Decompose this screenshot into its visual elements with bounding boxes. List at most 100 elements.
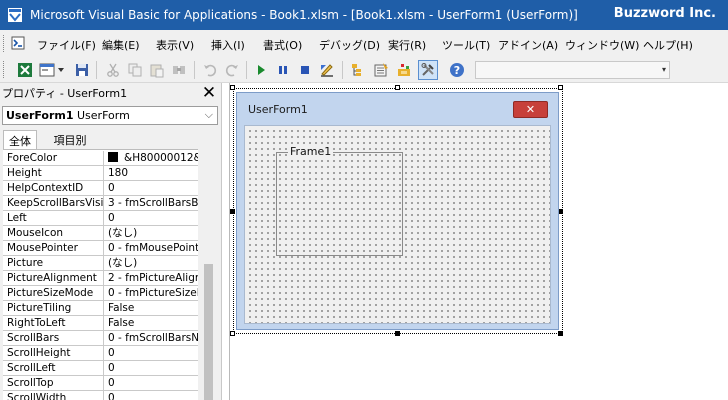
property-value[interactable]: (なし): [105, 256, 198, 270]
object-browser-icon[interactable]: [394, 60, 414, 80]
project-explorer-icon[interactable]: [348, 60, 368, 80]
toolbar-location-field[interactable]: ▾: [475, 61, 670, 79]
resize-handle[interactable]: [558, 331, 563, 336]
properties-panel: プロパティ - UserForm1 ✕ UserForm1 UserForm ⌵…: [0, 83, 222, 400]
property-value[interactable]: 0: [105, 376, 198, 390]
property-value[interactable]: 0: [105, 211, 198, 225]
resize-handle[interactable]: [395, 331, 400, 336]
property-name: PictureSizeMode: [3, 286, 104, 300]
property-name: ScrollLeft: [3, 361, 104, 375]
menu-window[interactable]: ウィンドウ(W): [565, 37, 639, 53]
property-row[interactable]: ForeColor &H80000012&: [3, 151, 198, 166]
object-select[interactable]: UserForm1 UserForm ⌵: [2, 106, 218, 125]
close-icon[interactable]: ✕: [513, 101, 548, 118]
property-value[interactable]: 2 - fmPictureAlignmentCenter: [105, 271, 198, 285]
toolbar-options-chevron-icon[interactable]: ▾: [659, 62, 669, 78]
frame-caption: Frame1: [288, 145, 334, 158]
menu-file[interactable]: ファイル(F): [37, 37, 96, 53]
toolbar-grip[interactable]: [3, 61, 6, 78]
property-value[interactable]: 0: [105, 361, 198, 375]
property-value[interactable]: 0 - fmScrollBarsNone: [105, 331, 198, 345]
tab-categorized[interactable]: 項目別: [45, 130, 95, 149]
svg-text:?: ?: [454, 64, 460, 77]
design-mode-icon[interactable]: [317, 60, 337, 80]
property-value[interactable]: 0: [105, 391, 198, 400]
property-value[interactable]: False: [105, 316, 198, 330]
property-row[interactable]: Height 180: [3, 166, 198, 181]
break-icon[interactable]: [273, 60, 293, 80]
userform-caption: UserForm1: [248, 103, 308, 116]
scrollbar-thumb[interactable]: [204, 264, 213, 400]
save-icon[interactable]: [72, 60, 92, 80]
menubar-grip[interactable]: [3, 35, 6, 52]
property-row[interactable]: ScrollLeft 0: [3, 361, 198, 376]
property-value[interactable]: (なし): [105, 226, 198, 240]
property-value[interactable]: 180: [105, 166, 198, 180]
property-row[interactable]: MouseIcon (なし): [3, 226, 198, 241]
property-value[interactable]: 0: [105, 181, 198, 195]
help-icon[interactable]: ?: [447, 60, 467, 80]
property-row[interactable]: Left 0: [3, 211, 198, 226]
undo-icon[interactable]: [200, 60, 220, 80]
property-row[interactable]: HelpContextID 0: [3, 181, 198, 196]
toolbar-separator: [96, 61, 97, 79]
menu-help[interactable]: ヘルプ(H): [643, 37, 693, 53]
resize-handle: [558, 85, 563, 90]
property-value[interactable]: 0: [105, 346, 198, 360]
property-name: MouseIcon: [3, 226, 104, 240]
brand-label: Buzzword Inc.: [613, 6, 716, 21]
run-icon[interactable]: [251, 60, 271, 80]
redo-icon[interactable]: [222, 60, 242, 80]
frame-control[interactable]: Frame1: [276, 146, 403, 256]
reset-icon[interactable]: [295, 60, 315, 80]
menu-view[interactable]: 表示(V): [156, 37, 194, 53]
toolbar-separator: [342, 61, 343, 79]
find-icon[interactable]: [169, 60, 189, 80]
property-name: Left: [3, 211, 104, 225]
property-row[interactable]: ScrollWidth 0: [3, 391, 198, 400]
insert-userform-icon[interactable]: [37, 60, 67, 80]
property-name: ScrollWidth: [3, 391, 104, 400]
property-name: Picture: [3, 256, 104, 270]
properties-scrollbar[interactable]: [200, 149, 218, 400]
copy-icon[interactable]: [125, 60, 145, 80]
paste-icon[interactable]: [147, 60, 167, 80]
property-row[interactable]: PictureSizeMode 0 - fmPictureSizeModeCli…: [3, 286, 198, 301]
property-row[interactable]: MousePointer 0 - fmMousePointerDefault: [3, 241, 198, 256]
property-row[interactable]: Picture (なし): [3, 256, 198, 271]
property-name: RightToLeft: [3, 316, 104, 330]
excel-icon[interactable]: [15, 60, 35, 80]
chevron-down-icon[interactable]: ⌵: [205, 108, 213, 122]
property-value[interactable]: False: [105, 301, 198, 315]
property-name: MousePointer: [3, 241, 104, 255]
property-value[interactable]: &H80000012&: [105, 151, 198, 165]
property-row[interactable]: RightToLeft False: [3, 316, 198, 331]
property-row[interactable]: ScrollHeight 0: [3, 346, 198, 361]
properties-window-icon[interactable]: [371, 60, 391, 80]
cut-icon[interactable]: [103, 60, 123, 80]
vba-module-icon[interactable]: [11, 36, 27, 51]
property-row[interactable]: ScrollBars 0 - fmScrollBarsNone: [3, 331, 198, 346]
menu-format[interactable]: 書式(O): [263, 37, 302, 53]
menu-edit[interactable]: 編集(E): [102, 37, 140, 53]
property-row[interactable]: KeepScrollBarsVisible 3 - fmScrollBarsBo…: [3, 196, 198, 211]
property-name: ScrollHeight: [3, 346, 104, 360]
toolbox-icon[interactable]: [418, 60, 438, 80]
menu-tools[interactable]: ツール(T): [442, 37, 490, 53]
close-icon[interactable]: ✕: [200, 83, 218, 103]
tab-alphabetic[interactable]: 全体: [3, 130, 37, 149]
menu-addins[interactable]: アドイン(A): [498, 37, 558, 53]
toolbar-separator: [194, 61, 195, 79]
menu-run[interactable]: 実行(R): [388, 37, 426, 53]
property-value[interactable]: 3 - fmScrollBarsBoth: [105, 196, 198, 210]
property-value[interactable]: 0 - fmMousePointerDefault: [105, 241, 198, 255]
property-value[interactable]: 0 - fmPictureSizeModeClip: [105, 286, 198, 300]
property-row[interactable]: PictureTiling False: [3, 301, 198, 316]
menu-bar: ファイル(F) 編集(E) 表示(V) 挿入(I) 書式(O) デバッグ(D) …: [0, 30, 728, 57]
property-row[interactable]: ScrollTop 0: [3, 376, 198, 391]
resize-handle: [395, 85, 400, 90]
menu-debug[interactable]: デバッグ(D): [319, 37, 380, 53]
property-row[interactable]: PictureAlignment 2 - fmPictureAlignmentC…: [3, 271, 198, 286]
property-name: ForeColor: [3, 151, 104, 165]
menu-insert[interactable]: 挿入(I): [211, 37, 245, 53]
